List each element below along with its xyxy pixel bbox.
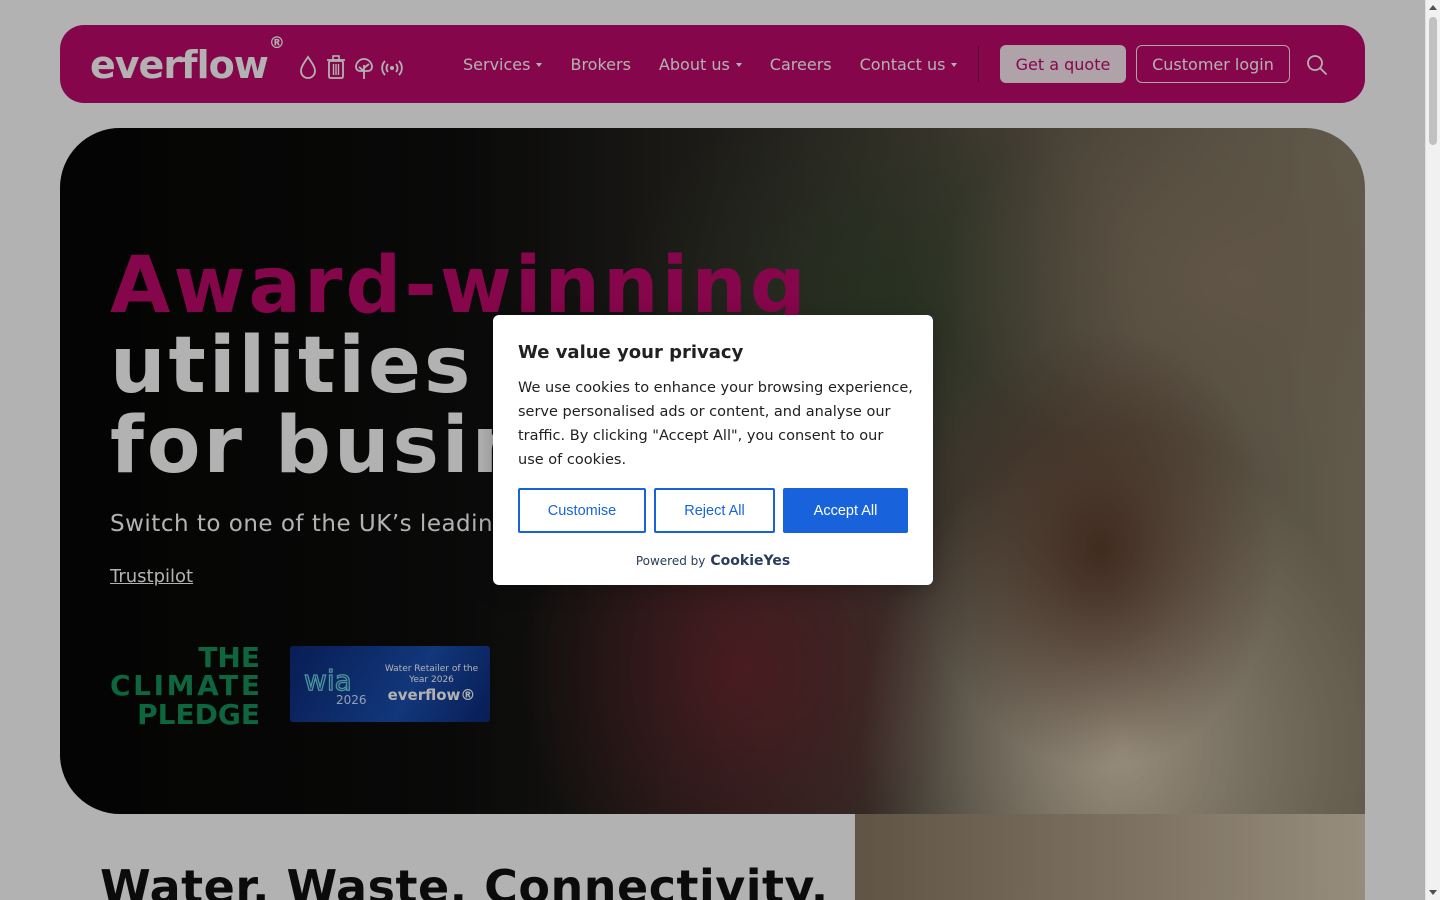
powered-by-footer: Powered by CookieYes <box>493 553 933 569</box>
cookie-consent-modal: We value your privacy We use cookies to … <box>493 315 933 585</box>
cookie-modal-description: We use cookies to enhance your browsing … <box>518 380 913 468</box>
reject-all-button[interactable]: Reject All <box>654 488 775 533</box>
page-scrollbar[interactable] <box>1425 0 1440 900</box>
powered-by-label: Powered by <box>635 554 706 568</box>
cookie-modal-title: We value your privacy <box>518 342 744 363</box>
scroll-up-arrow-icon[interactable] <box>1429 5 1437 10</box>
accept-all-button[interactable]: Accept All <box>783 488 908 533</box>
customise-button[interactable]: Customise <box>518 488 646 533</box>
scrollbar-thumb[interactable] <box>1429 17 1437 145</box>
cookieyes-logo[interactable]: CookieYes <box>710 553 790 569</box>
scroll-down-arrow-icon[interactable] <box>1429 890 1437 895</box>
